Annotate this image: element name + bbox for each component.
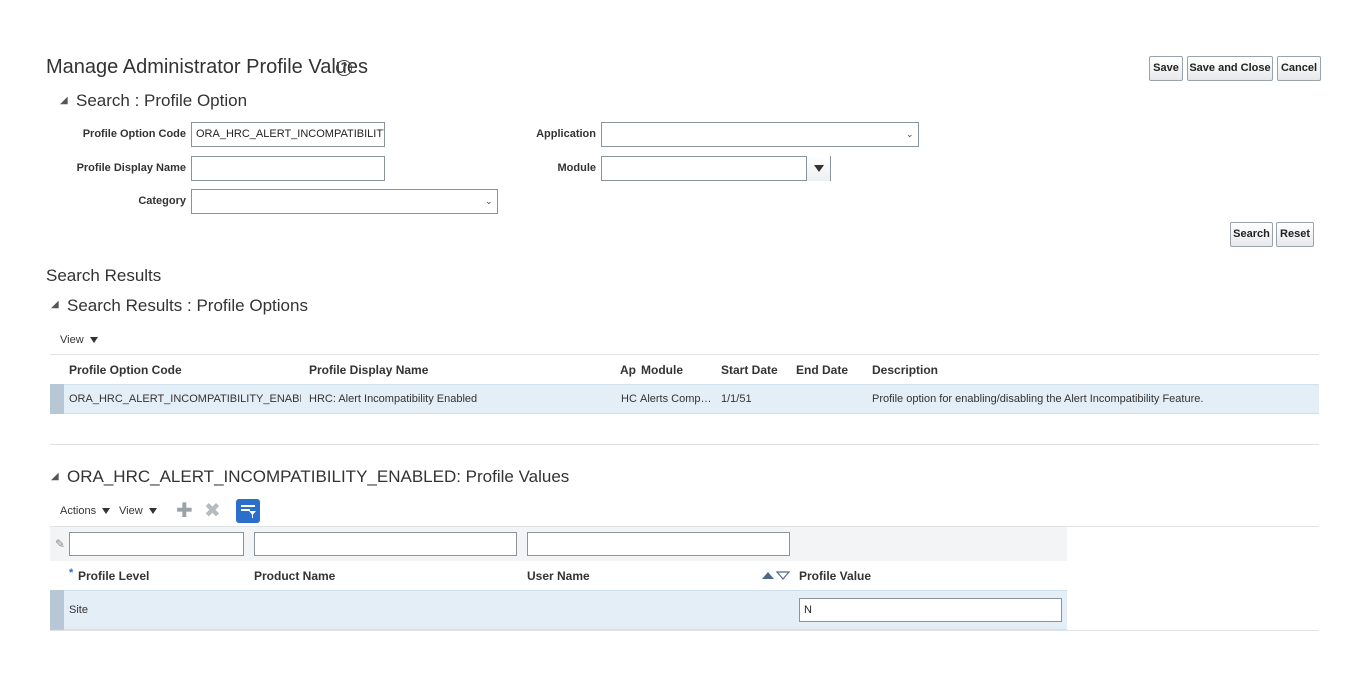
save-button[interactable]: Save <box>1149 56 1183 81</box>
module-list-button[interactable] <box>806 156 830 181</box>
collapse-icon[interactable]: ◢ <box>60 95 68 106</box>
filter-profile-level-input[interactable] <box>69 532 244 556</box>
filter-icon <box>241 505 256 518</box>
clear-filter-icon[interactable]: ✎ <box>55 537 65 551</box>
results-section-title: Search Results : Profile Options <box>67 296 308 315</box>
divider <box>50 444 1319 445</box>
module-label: Module <box>557 162 597 174</box>
caret-down-icon <box>102 508 111 515</box>
col-profile-level[interactable]: Profile Level <box>78 569 149 583</box>
row-selector[interactable] <box>50 384 64 414</box>
chevron-down-icon: ⌄ <box>906 129 914 139</box>
profile-option-code-label: Profile Option Code <box>82 128 186 140</box>
values-view-menu[interactable]: View <box>119 505 157 517</box>
cell-description: Profile option for enabling/disabling th… <box>872 393 1204 405</box>
divider <box>50 354 1319 355</box>
cell-display-name: HRC: Alert Incompatibility Enabled <box>309 393 478 405</box>
search-button[interactable]: Search <box>1230 222 1273 247</box>
save-and-close-button[interactable]: Save and Close <box>1187 56 1273 81</box>
page-title: Manage Administrator Profile Values <box>46 56 369 78</box>
sort-icon[interactable] <box>761 570 791 580</box>
application-label: Application <box>536 128 596 140</box>
help-icon[interactable]: ? <box>336 60 352 76</box>
divider <box>50 630 1319 631</box>
col-end-date[interactable]: End Date <box>796 363 848 377</box>
application-select[interactable] <box>601 122 919 147</box>
caret-down-icon <box>89 337 98 344</box>
cell-ap: HC <box>621 393 637 405</box>
delete-icon[interactable]: ✖ <box>204 501 221 521</box>
cell-module: Alerts Comp… <box>640 393 712 405</box>
collapse-icon[interactable]: ◢ <box>51 299 59 310</box>
caret-down-icon <box>814 165 824 172</box>
view-label: View <box>119 505 143 517</box>
required-icon: * <box>69 567 74 579</box>
search-section-title: Search : Profile Option <box>76 91 248 110</box>
col-ap[interactable]: Ap <box>620 363 636 377</box>
add-icon[interactable]: ✚ <box>176 501 193 521</box>
query-by-example-button[interactable] <box>236 499 260 523</box>
col-profile-display-name[interactable]: Profile Display Name <box>309 363 428 377</box>
cancel-button[interactable]: Cancel <box>1277 56 1321 81</box>
profile-value-input[interactable]: N <box>799 598 1062 622</box>
col-module[interactable]: Module <box>641 363 683 377</box>
col-user-name[interactable]: User Name <box>527 569 590 583</box>
caret-down-icon <box>148 508 157 515</box>
category-select[interactable] <box>191 189 498 214</box>
profile-display-name-label: Profile Display Name <box>76 162 186 174</box>
cell-code: ORA_HRC_ALERT_INCOMPATIBILITY_ENABL… <box>69 393 301 405</box>
profile-option-code-input[interactable]: ORA_HRC_ALERT_INCOMPATIBILITY_ <box>191 122 385 147</box>
chevron-down-icon: ⌄ <box>485 196 493 206</box>
category-label: Category <box>138 195 186 207</box>
cell-profile-level: Site <box>69 604 88 616</box>
profile-display-name-input[interactable] <box>191 156 385 181</box>
cell-start-date: 1/1/51 <box>721 393 752 405</box>
module-input[interactable] <box>601 156 831 181</box>
actions-menu[interactable]: Actions <box>60 505 111 517</box>
search-results-heading: Search Results <box>46 266 162 285</box>
col-start-date[interactable]: Start Date <box>721 363 778 377</box>
col-description[interactable]: Description <box>872 363 938 377</box>
values-section-title: ORA_HRC_ALERT_INCOMPATIBILITY_ENABLED: P… <box>67 467 570 486</box>
collapse-icon[interactable]: ◢ <box>51 471 59 482</box>
view-label: View <box>60 334 84 346</box>
reset-button[interactable]: Reset <box>1276 222 1314 247</box>
filter-user-name-input[interactable] <box>527 532 790 556</box>
results-view-menu[interactable]: View <box>60 334 98 346</box>
filter-product-name-input[interactable] <box>254 532 517 556</box>
col-profile-option-code[interactable]: Profile Option Code <box>69 363 182 377</box>
row-selector[interactable] <box>50 590 64 630</box>
col-profile-value[interactable]: Profile Value <box>799 569 871 583</box>
col-product-name[interactable]: Product Name <box>254 569 335 583</box>
actions-label: Actions <box>60 505 97 517</box>
